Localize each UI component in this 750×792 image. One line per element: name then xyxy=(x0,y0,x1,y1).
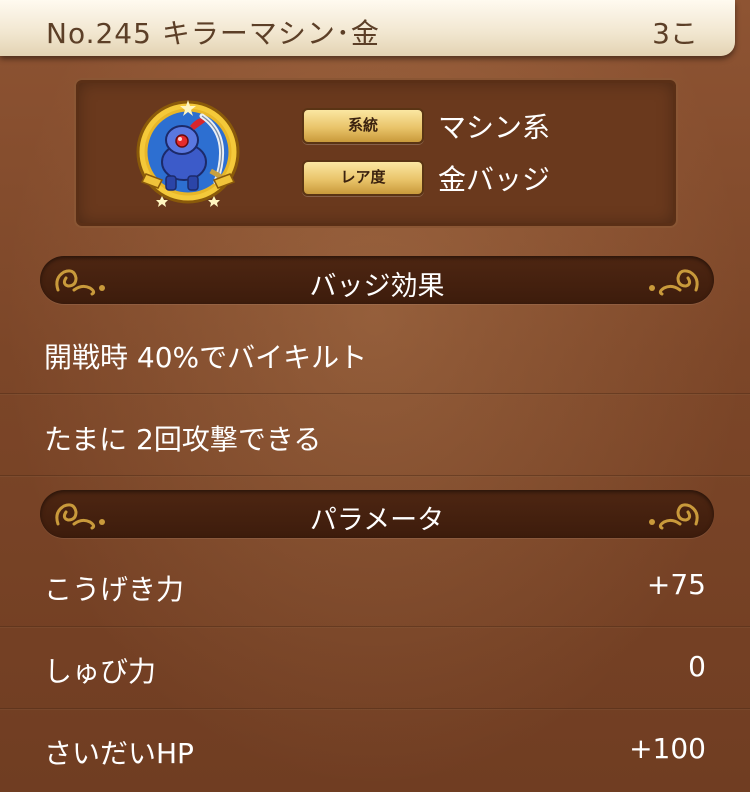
ornament-icon xyxy=(649,503,699,530)
effect-text: たまに 2回攻撃できる xyxy=(44,423,322,456)
parameter-value: +100 xyxy=(629,732,706,765)
category-value: マシン系 xyxy=(438,111,551,144)
parameter-row: しゅび力 0 xyxy=(0,628,750,708)
ornament-icon xyxy=(649,269,699,296)
parameter-row: こうげき力 +75 xyxy=(0,546,750,626)
effect-row: 開戦時 40%でバイキルト xyxy=(0,314,750,394)
parameter-section-bar: パラメータ xyxy=(40,490,714,538)
category-tag: 系統 xyxy=(302,108,424,144)
badge-effect-section-bar: バッジ効果 xyxy=(40,256,714,304)
killer-machine-badge-icon xyxy=(136,100,240,207)
parameter-value: 0 xyxy=(688,650,706,683)
parameter-label: こうげき力 xyxy=(44,573,185,606)
badge-header: No.245 キラーマシン･金 3こ xyxy=(0,0,735,56)
badge-count: 3こ xyxy=(652,17,698,50)
parameter-heading: パラメータ xyxy=(309,505,445,536)
rarity-value: 金バッジ xyxy=(438,163,551,196)
badge-title: No.245 キラーマシン･金 xyxy=(46,17,380,50)
rarity-tag: レア度 xyxy=(302,160,424,196)
badge-info-panel: 系統 マシン系 レア度 金バッジ xyxy=(74,78,678,228)
badge-effect-heading: バッジ効果 xyxy=(309,271,445,302)
row-divider xyxy=(0,393,750,395)
parameter-label: しゅび力 xyxy=(44,655,157,688)
parameter-row: さいだいHP +100 xyxy=(0,710,750,790)
effect-row: たまに 2回攻撃できる xyxy=(0,396,750,476)
parameter-value: +75 xyxy=(646,568,706,601)
row-divider xyxy=(0,475,750,477)
effect-text: 開戦時 40%でバイキルト xyxy=(44,341,368,374)
parameter-label: さいだいHP xyxy=(44,737,194,770)
